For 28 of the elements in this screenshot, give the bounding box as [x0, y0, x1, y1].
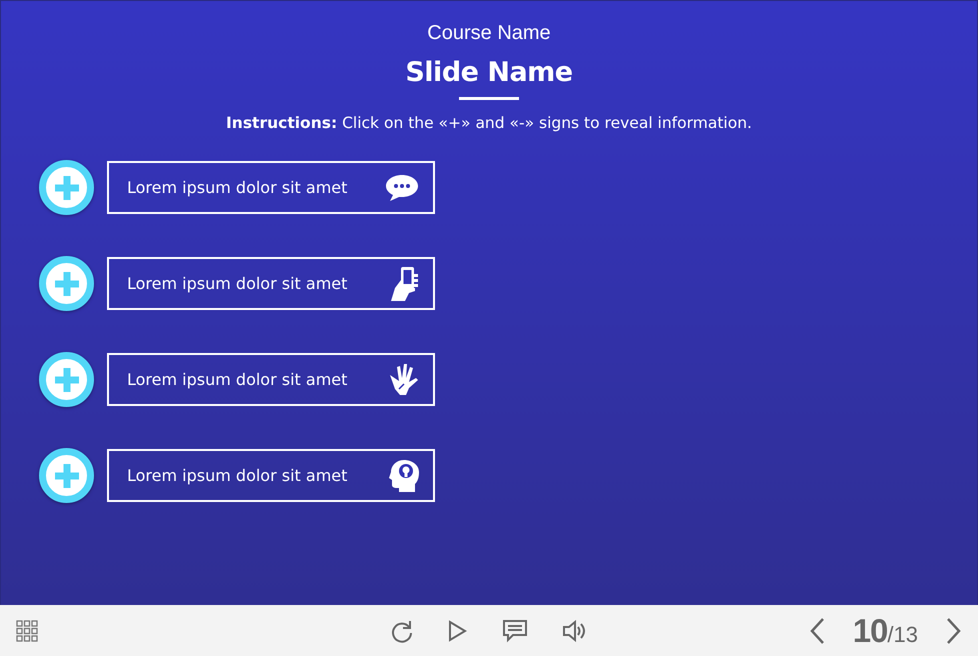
title-underline: [459, 97, 519, 100]
plus-icon: [52, 366, 80, 394]
course-name: Course Name: [426, 21, 552, 45]
hands-icon: [387, 362, 419, 397]
plus-icon: [52, 174, 80, 202]
play-icon[interactable]: [448, 620, 468, 642]
volume-icon[interactable]: [562, 618, 588, 642]
plus-icon: [52, 462, 80, 490]
head-lightbulb-icon: [389, 458, 419, 493]
item-label: Lorem ipsum dolor sit amet: [127, 272, 348, 295]
captions-icon[interactable]: [502, 618, 528, 642]
hand-phone-icon: [389, 266, 419, 302]
slide-title: Slide Name: [405, 57, 573, 89]
menu-grid-icon[interactable]: [16, 620, 38, 642]
item-label: Lorem ipsum dolor sit amet: [127, 464, 348, 487]
item-label: Lorem ipsum dolor sit amet: [127, 176, 348, 199]
chat-bubble-icon: [385, 172, 419, 203]
plus-button[interactable]: [39, 256, 94, 312]
plus-button[interactable]: [39, 352, 94, 408]
plus-icon: [52, 270, 80, 298]
plus-button[interactable]: [39, 160, 94, 216]
current-slide-number: 10: [852, 610, 888, 651]
plus-button[interactable]: [39, 448, 94, 504]
instructions-text: Instructions: Click on the «+» and «-» signs to reveal information.: [225, 113, 753, 134]
total-slides: /13: [887, 620, 918, 649]
previous-icon[interactable]: [808, 616, 825, 644]
item-label: Lorem ipsum dolor sit amet: [127, 368, 348, 391]
next-icon[interactable]: [946, 616, 962, 644]
